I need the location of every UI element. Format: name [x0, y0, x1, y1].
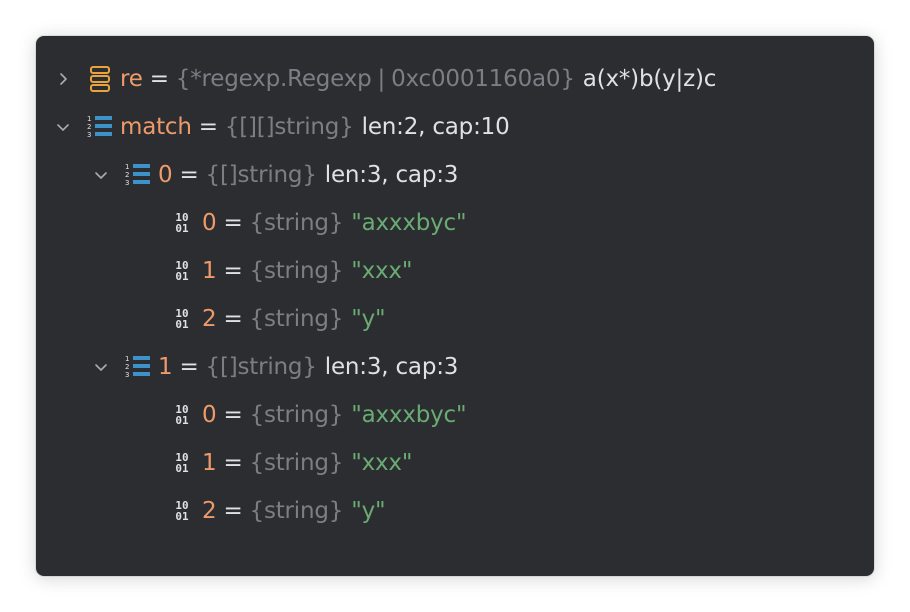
binary-icon: 10 01	[175, 403, 189, 427]
binary-icon: 10 01	[175, 259, 189, 283]
variable-row-re[interactable]: re = {*regexp.Regexp | 0xc0001160a0} a(x…	[52, 55, 716, 103]
variable-name: match	[120, 114, 192, 140]
equals-sign: =	[179, 162, 199, 188]
variable-type: {string}	[249, 450, 344, 476]
variable-type: {string}	[249, 306, 344, 332]
variable-value: a(x*)b(y|z)c	[582, 66, 717, 92]
struct-icon	[86, 65, 114, 93]
variable-row-match-1-0[interactable]: 10 01 0 = {string} "axxxbyc"	[168, 391, 466, 439]
variable-type: {[]string}	[205, 162, 317, 188]
variable-row-match-0-0[interactable]: 10 01 0 = {string} "axxxbyc"	[168, 199, 466, 247]
svg-text:3: 3	[125, 371, 129, 379]
variable-row-match-1[interactable]: 1 2 3 1 = {[]string} len:3, cap:3	[90, 343, 458, 391]
binary-icon: 10 01	[175, 499, 189, 523]
variable-type: {*regexp.Regexp	[175, 66, 372, 92]
svg-text:2: 2	[125, 171, 129, 179]
variable-value: "axxxbyc"	[351, 402, 467, 428]
chevron-down-icon[interactable]	[90, 356, 112, 378]
chevron-right-icon[interactable]	[52, 68, 74, 90]
variable-type: {[]string}	[205, 354, 317, 380]
variable-value: "xxx"	[351, 258, 413, 284]
type-separator: |	[377, 66, 386, 92]
variables-panel: re = {*regexp.Regexp | 0xc0001160a0} a(x…	[36, 36, 874, 576]
variable-address: 0xc0001160a0}	[391, 66, 575, 92]
svg-text:2: 2	[125, 363, 129, 371]
array-icon: 1 2 3	[86, 113, 114, 141]
variable-type: {string}	[249, 210, 344, 236]
variable-name: 1	[202, 258, 217, 284]
variable-name: 0	[202, 210, 217, 236]
variable-type: {string}	[249, 498, 344, 524]
svg-text:3: 3	[87, 131, 91, 139]
equals-sign: =	[223, 210, 243, 236]
equals-sign: =	[223, 498, 243, 524]
variable-row-match[interactable]: 1 2 3 match = {[][]string} len:2, cap:10	[52, 103, 510, 151]
variable-row-match-1-1[interactable]: 10 01 1 = {string} "xxx"	[168, 439, 412, 487]
variable-name: 0	[202, 402, 217, 428]
variable-value: len:3, cap:3	[324, 354, 459, 380]
binary-icon: 10 01	[175, 211, 189, 235]
svg-text:2: 2	[87, 123, 91, 131]
binary-icon: 10 01	[175, 307, 189, 331]
svg-text:3: 3	[125, 179, 129, 187]
variable-value: "y"	[351, 498, 386, 524]
chevron-down-icon[interactable]	[52, 116, 74, 138]
variable-value: len:2, cap:10	[361, 114, 510, 140]
equals-sign: =	[223, 450, 243, 476]
svg-text:1: 1	[87, 115, 91, 123]
equals-sign: =	[179, 354, 199, 380]
binary-icon: 10 01	[175, 451, 189, 475]
array-icon: 1 2 3	[124, 161, 152, 189]
equals-sign: =	[223, 402, 243, 428]
variable-name: 2	[202, 498, 217, 524]
variable-row-match-0-1[interactable]: 10 01 1 = {string} "xxx"	[168, 247, 412, 295]
variable-row-match-0[interactable]: 1 2 3 0 = {[]string} len:3, cap:3	[90, 151, 458, 199]
variable-value: "xxx"	[351, 450, 413, 476]
variable-name: 1	[202, 450, 217, 476]
variable-row-match-0-2[interactable]: 10 01 2 = {string} "y"	[168, 295, 385, 343]
equals-sign: =	[223, 306, 243, 332]
variable-name: 0	[158, 162, 173, 188]
equals-sign: =	[149, 66, 169, 92]
variable-name: 1	[158, 354, 173, 380]
equals-sign: =	[198, 114, 218, 140]
array-icon: 1 2 3	[124, 353, 152, 381]
variable-type: {string}	[249, 258, 344, 284]
variable-type: {string}	[249, 402, 344, 428]
svg-text:1: 1	[125, 163, 129, 171]
variable-value: len:3, cap:3	[324, 162, 459, 188]
chevron-down-icon[interactable]	[90, 164, 112, 186]
variable-row-match-1-2[interactable]: 10 01 2 = {string} "y"	[168, 487, 385, 535]
variable-value: "y"	[351, 306, 386, 332]
equals-sign: =	[223, 258, 243, 284]
svg-text:1: 1	[125, 355, 129, 363]
variable-type: {[][]string}	[224, 114, 354, 140]
variable-value: "axxxbyc"	[351, 210, 467, 236]
variable-name: 2	[202, 306, 217, 332]
variable-name: re	[120, 66, 143, 92]
